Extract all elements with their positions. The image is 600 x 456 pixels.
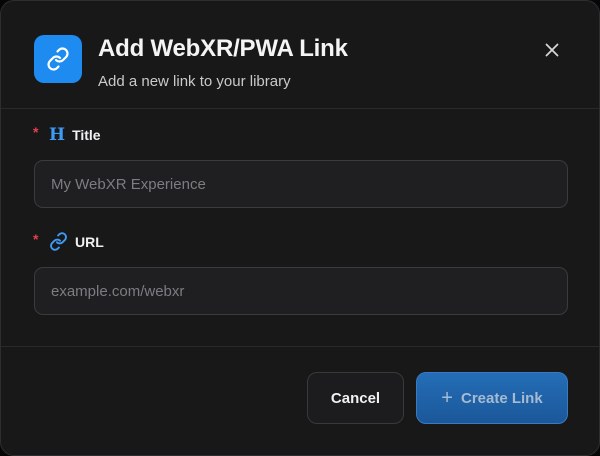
title-input[interactable] [34,160,568,208]
plus-icon: + [441,386,453,409]
url-label: URL [75,233,104,250]
url-required-mark: * [33,231,39,247]
title-label: Title [72,127,101,143]
heading-icon: H [49,125,66,145]
close-icon [545,43,559,57]
title-required-mark: * [33,124,39,140]
title-field-label: H Title [49,125,101,145]
dialog-subtitle: Add a new link to your library [98,73,291,90]
create-link-button[interactable]: + Create Link [416,372,568,424]
url-field-label: URL [49,232,104,251]
link-icon [50,232,67,251]
url-input[interactable] [34,267,568,315]
cancel-button[interactable]: Cancel [307,372,404,424]
close-button[interactable] [538,36,566,64]
create-link-label: Create Link [460,389,543,407]
dialog-footer: Cancel + Create Link [1,346,599,455]
dialog-header: Add WebXR/PWA Link Add a new link to you… [1,1,599,109]
dialog-title: Add WebXR/PWA Link [98,35,348,62]
add-link-dialog: Add WebXR/PWA Link Add a new link to you… [0,0,600,456]
link-icon [34,35,82,83]
